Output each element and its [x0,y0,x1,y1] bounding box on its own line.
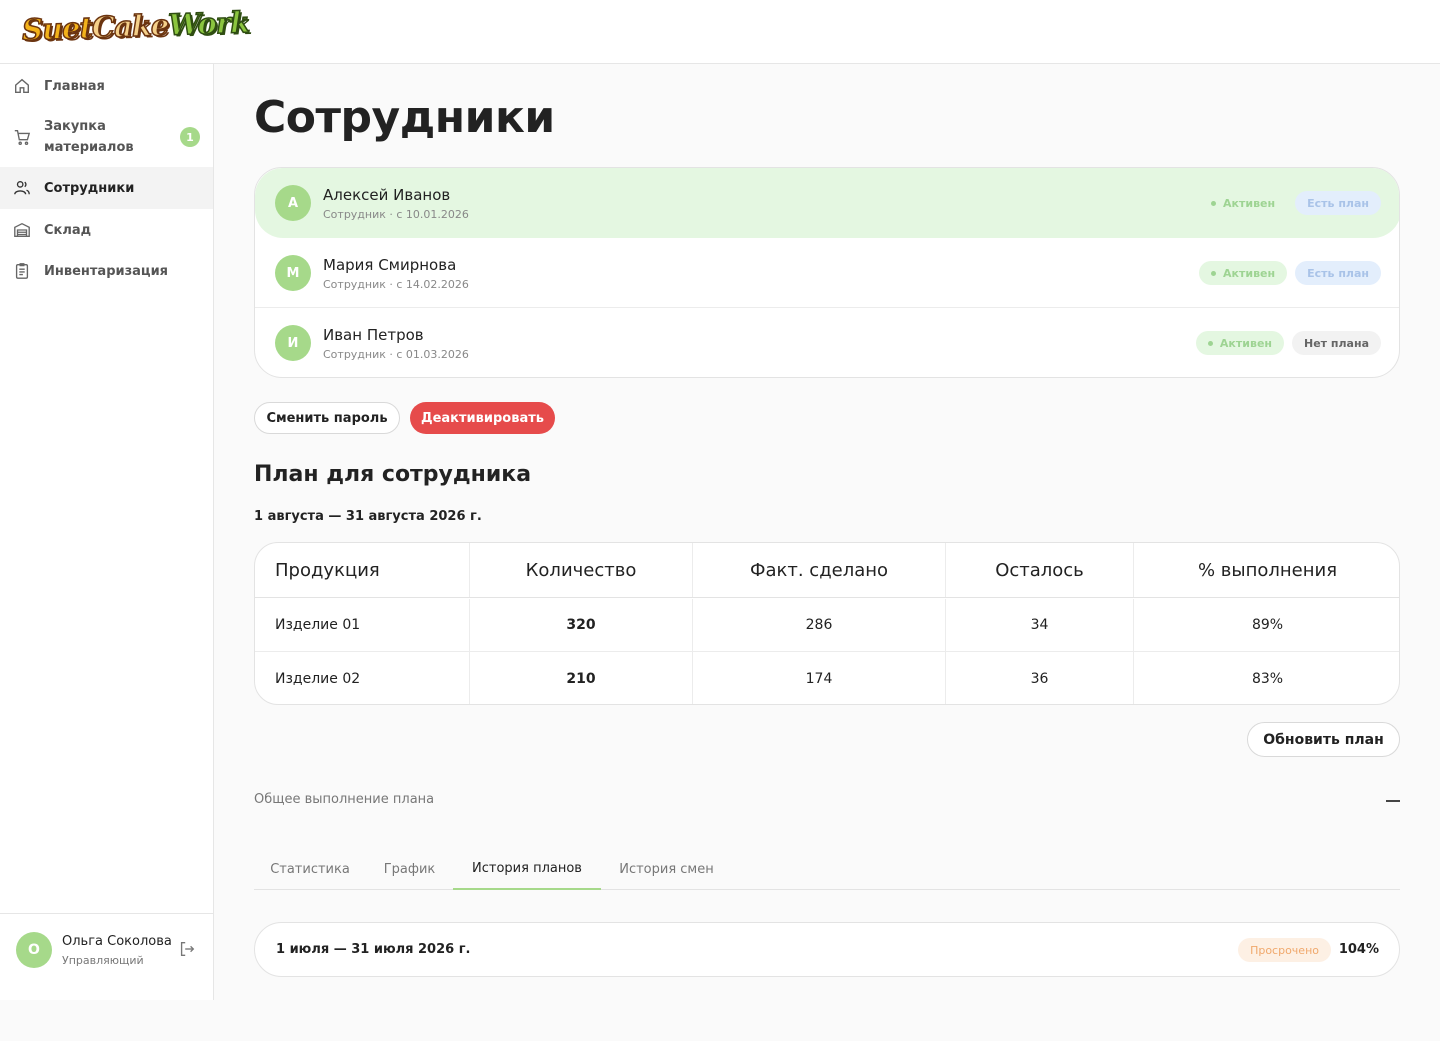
plan-history-item[interactable]: 1 июля — 31 июля 2026 г. Просрочено 104% [254,922,1400,977]
product-cell: Изделие 02 [255,652,470,704]
update-plan-button[interactable]: Обновить план [1247,722,1400,757]
tabs: Статистика График История планов История… [254,848,1400,890]
home-icon [12,76,32,96]
sidebar-item-warehouse[interactable]: Склад [0,209,213,251]
employee-row[interactable]: М Мария Смирнова Сотрудник · с 14.02.202… [255,238,1399,308]
status-badge: Просрочено [1238,938,1331,962]
plan-period: 1 августа — 31 августа 2026 г. [254,509,482,524]
plan-badge: Есть план [1295,191,1381,215]
top-bar: SuetCakeWork [0,0,1440,64]
users-icon [12,178,32,198]
cart-icon [12,127,32,147]
clipboard-icon [12,261,32,281]
employee-name: Алексей Иванов [323,186,451,204]
quantity-cell[interactable]: 210 [470,652,693,704]
employee-list: А Алексей Иванов Сотрудник · с 10.01.202… [254,167,1400,378]
change-password-button[interactable]: Сменить пароль [254,402,400,434]
notification-badge: 1 [180,127,200,147]
avatar: А [275,185,311,221]
plan-badge: Нет плана [1292,331,1381,355]
employee-name: Иван Петров [323,326,424,344]
sidebar-item-label: Сотрудники [44,180,135,196]
percent-cell: 89% [1251,617,1284,633]
current-user: О Ольга Соколова Управляющий [0,913,213,1000]
percent-cell: 83% [1251,670,1284,687]
table-row: Изделие 01 320 286 34 89% [255,599,1399,652]
history-percent: 104% [1338,942,1379,957]
employee-subtitle: Сотрудник · с 01.03.2026 [323,348,469,361]
app-logo[interactable]: SuetCakeWork [21,4,251,48]
done-cell: 174 [693,652,946,704]
deactivate-button[interactable]: Деактивировать [410,402,555,434]
page-title: Сотрудники [254,92,555,143]
status-badge: Активен [1195,331,1285,355]
sidebar-item-label: Закупка [44,119,106,134]
history-period: 1 июля — 31 июля 2026 г. [276,942,471,957]
overall-progress-label[interactable]: Общее выполнение плана [254,792,434,807]
employee-subtitle: Сотрудник · с 10.01.2026 [323,208,469,221]
column-header: Факт. сделано [693,543,946,597]
tab-plan-history[interactable]: История планов [453,848,601,890]
tab-statistics[interactable]: Статистика [254,848,366,890]
sidebar-item-label: Главная [44,78,105,94]
sidebar-item-label: материалов [44,140,134,155]
table-row: Изделие 02 210 174 36 83% [255,652,1399,704]
sidebar-item-purchasing[interactable]: Закупка материалов 1 [0,107,213,167]
sidebar: Главная Закупка материалов 1 Сотрудники … [0,64,214,1000]
employee-name: Мария Смирнова [323,256,457,274]
sidebar-item-employees[interactable]: Сотрудники [0,167,213,209]
status-badge: Активен [1199,191,1287,215]
user-role: Управляющий [62,954,144,967]
column-header: Количество [470,543,693,597]
plan-table: Продукция Количество Факт. сделано Остал… [254,542,1400,705]
employee-row[interactable]: А Алексей Иванов Сотрудник · с 10.01.202… [255,168,1399,238]
sidebar-item-inventory[interactable]: Инвентаризация [0,251,213,291]
employee-row[interactable]: И Иван Петров Сотрудник · с 01.03.2026 А… [255,308,1399,377]
table-header: Продукция Количество Факт. сделано Остал… [255,543,1399,598]
plan-badge: Есть план [1295,261,1381,285]
quantity-cell[interactable]: 320 [470,599,693,651]
status-badge: Активен [1199,261,1288,285]
tab-chart[interactable]: График [366,848,453,890]
column-header: Осталось [946,543,1134,597]
employee-subtitle: Сотрудник · с 14.02.2026 [323,278,469,291]
logout-icon[interactable] [178,940,196,962]
minus-icon[interactable] [1386,800,1400,802]
tab-shift-history[interactable]: История смен [601,848,732,890]
sidebar-item-label: Инвентаризация [44,263,169,279]
warehouse-icon [12,220,32,240]
avatar: М [275,255,311,291]
column-header: Продукция [255,543,470,597]
remaining-cell: 34 [946,599,1134,651]
done-cell: 286 [693,599,946,651]
sidebar-item-home[interactable]: Главная [0,65,213,107]
remaining-cell: 36 [946,652,1134,704]
avatar: И [275,325,311,361]
plan-section-title: План для сотрудника [254,462,532,487]
product-cell: Изделие 01 [255,599,470,651]
column-header: % выполнения [1197,559,1338,581]
avatar[interactable]: О [16,932,52,968]
sidebar-item-label: Склад [44,222,92,238]
user-name: Ольга Соколова [62,934,172,949]
